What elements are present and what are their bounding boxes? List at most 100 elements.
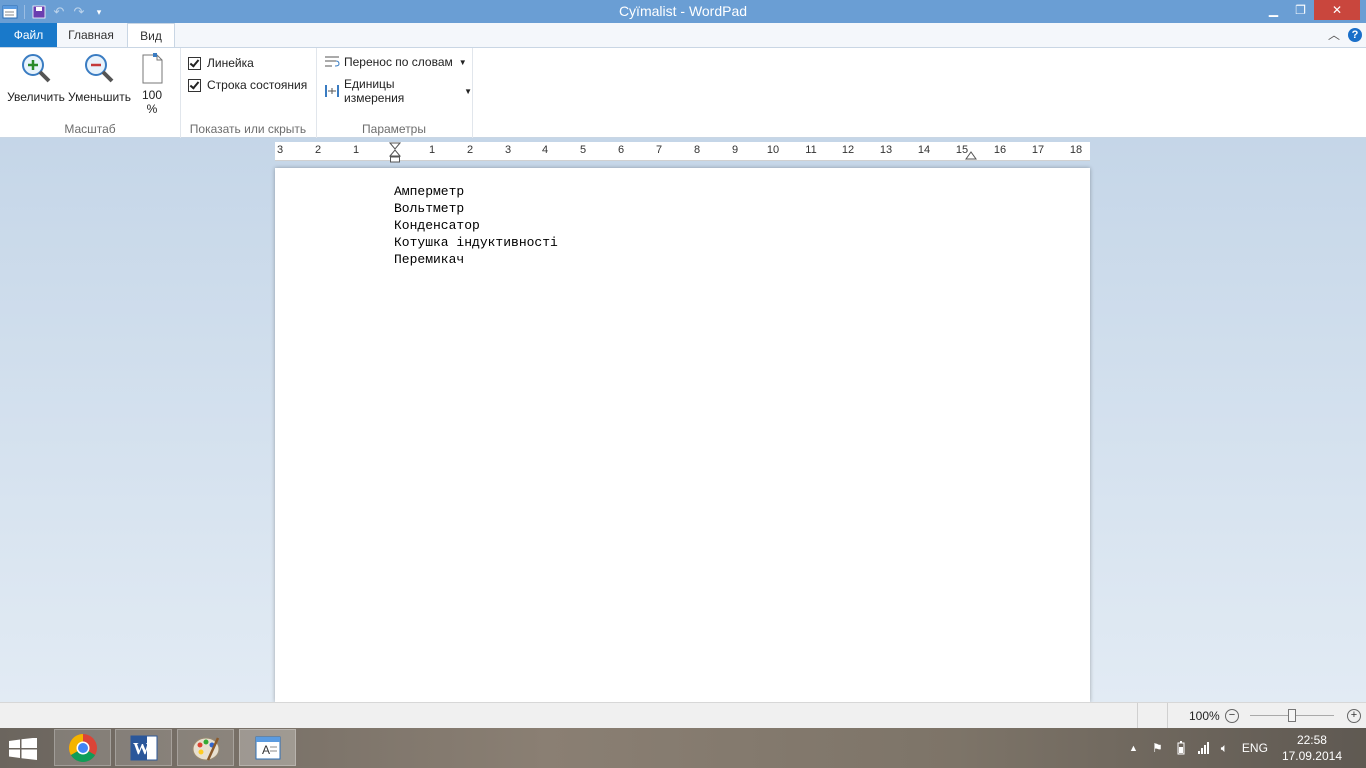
show-hide-group: Линейка Строка состояния Показать или ск… — [180, 48, 317, 138]
units-dropdown-icon: ▼ — [464, 86, 472, 96]
taskbar-word[interactable]: W — [115, 729, 172, 766]
wordpad-icon: A — [255, 736, 280, 759]
left-indent-marker-icon[interactable] — [389, 142, 401, 164]
doc-line: Конденсатор — [394, 218, 480, 233]
document-page[interactable]: Амперметр Вольтметр Конденсатор Котушка … — [275, 168, 1090, 702]
ribbon-tab-row: Файл Главная Вид ︿ ? — [0, 23, 1366, 48]
page-100-icon — [139, 52, 165, 86]
ruler-checkbox[interactable]: Линейка — [188, 56, 254, 70]
units-label: Единицы измерения — [343, 77, 405, 105]
zoom-in-small-button[interactable]: + — [1347, 709, 1361, 723]
options-group-label: Параметры — [362, 122, 426, 136]
ruler-mark: 13 — [879, 144, 893, 156]
collapse-ribbon-icon[interactable]: ︿ — [1328, 26, 1340, 43]
language-indicator[interactable]: ENG — [1242, 741, 1268, 755]
ruler-mark: 7 — [655, 144, 663, 156]
taskbar-wordpad[interactable]: A — [239, 729, 296, 766]
zoom-100-button[interactable]: 100 % — [134, 52, 170, 116]
windows-start-icon[interactable] — [9, 738, 37, 760]
clock[interactable]: 22:58 17.09.2014 — [1282, 732, 1342, 764]
word-wrap-label: Перенос по словам — [344, 55, 453, 69]
word-wrap-icon — [325, 56, 340, 67]
ruler-mark: 16 — [993, 144, 1007, 156]
taskbar-chrome[interactable] — [54, 729, 111, 766]
window-title: Cyïmalist - WordPad — [618, 3, 748, 19]
doc-line: Котушка індуктивності — [394, 235, 558, 250]
show-hide-group-label: Показать или скрыть — [189, 122, 307, 136]
doc-line: Амперметр — [394, 184, 465, 199]
word-wrap-dropdown-icon: ▼ — [458, 57, 467, 67]
taskbar-paint[interactable] — [177, 729, 234, 766]
svg-text:A: A — [262, 743, 270, 757]
right-indent-marker-icon[interactable] — [965, 150, 977, 160]
word-wrap-button[interactable]: Перенос по словам ▼ — [324, 55, 467, 69]
ruler-mark: 3 — [504, 144, 512, 156]
statusbar-checkbox[interactable]: Строка состояния — [188, 78, 307, 92]
ruler-check-icon — [188, 56, 201, 70]
ruler-mark: 2 — [466, 144, 474, 156]
zoom-100-label-line2: % — [146, 102, 158, 116]
ruler-mark: 5 — [579, 144, 587, 156]
ruler-mark: 10 — [766, 144, 780, 156]
ruler-mark: 14 — [917, 144, 931, 156]
ruler-mark: 1 — [428, 144, 436, 156]
ribbon-right-controls: ︿ ? — [1328, 26, 1362, 43]
help-icon[interactable]: ? — [1348, 27, 1362, 42]
status-bar: 100% − + — [0, 702, 1366, 728]
zoom-out-icon — [83, 52, 115, 84]
word-icon: W — [130, 735, 157, 760]
units-button[interactable]: Единицы измерения ▼ — [324, 77, 472, 105]
document-text[interactable]: Амперметр Вольтметр Конденсатор Котушка … — [394, 183, 558, 268]
ruler-mark: 18 — [1069, 144, 1083, 156]
ruler-mark: 12 — [841, 144, 855, 156]
system-tray: ▲ ⚑ 🔈︎ ENG 22:58 17.09.2014 — [1129, 728, 1366, 768]
ruler[interactable]: 3 2 1 1 2 3 4 5 6 7 8 9 10 11 12 13 14 1… — [275, 142, 1090, 164]
zoom-out-small-button[interactable]: − — [1225, 709, 1239, 723]
close-button[interactable]: ✕ — [1314, 0, 1360, 20]
volume-icon[interactable]: 🔈︎ — [1221, 741, 1228, 756]
taskbar: W A ▲ ⚑ 🔈︎ ENG 22:58 17.09.2014 — [0, 728, 1366, 768]
statusbar-divider — [1137, 703, 1138, 728]
ruler-mark: 6 — [617, 144, 625, 156]
ruler-mark: 17 — [1031, 144, 1045, 156]
zoom-in-button[interactable]: Увеличить — [6, 52, 66, 104]
title-bar: ↶ ↷ ▾ Cyïmalist - WordPad ▁ ❐ ✕ — [0, 0, 1366, 23]
zoom-slider-thumb[interactable] — [1288, 709, 1296, 722]
window-controls: ▁ ❐ ✕ — [1260, 0, 1360, 20]
paint-icon — [192, 736, 219, 761]
zoom-level-text: 100% — [1189, 709, 1220, 723]
ruler-mark: 2 — [314, 144, 322, 156]
options-group: Перенос по словам ▼ Единицы измерения ▼ … — [316, 48, 473, 138]
show-hidden-icons-icon[interactable]: ▲ — [1129, 743, 1138, 753]
tab-view[interactable]: Вид — [127, 23, 175, 48]
zoom-group: Увеличить Уменьшить 100 % Масштаб — [0, 48, 181, 138]
clock-time: 22:58 — [1296, 733, 1327, 747]
zoom-group-label: Масштаб — [64, 122, 116, 136]
zoom-100-label-line1: 100 — [141, 88, 163, 102]
ruler-mark: 9 — [731, 144, 739, 156]
ruler-mark: 3 — [276, 144, 284, 156]
battery-icon[interactable] — [1177, 741, 1185, 755]
zoom-in-label: Увеличить — [7, 90, 65, 104]
ruler-mark: 11 — [805, 144, 817, 156]
network-signal-icon[interactable] — [1197, 741, 1211, 755]
ribbon: Увеличить Уменьшить 100 % Масштаб Линейк… — [0, 47, 1366, 138]
chrome-icon — [68, 733, 97, 762]
clock-date: 17.09.2014 — [1281, 749, 1342, 763]
ruler-mark: 1 — [352, 144, 360, 156]
ruler-mark: 8 — [693, 144, 701, 156]
svg-text:W: W — [133, 739, 150, 758]
zoom-out-label: Уменьшить — [68, 90, 131, 104]
statusbar-divider — [1167, 703, 1168, 728]
tab-home[interactable]: Главная — [60, 23, 122, 47]
minimize-button[interactable]: ▁ — [1260, 0, 1287, 20]
zoom-out-button[interactable]: Уменьшить — [68, 52, 131, 104]
zoom-in-icon — [20, 52, 52, 84]
ruler-label: Линейка — [207, 56, 254, 70]
tab-file[interactable]: Файл — [0, 23, 57, 47]
statusbar-label: Строка состояния — [207, 78, 308, 92]
ruler-mark: 4 — [541, 144, 549, 156]
action-center-flag-icon[interactable]: ⚑ — [1152, 741, 1163, 755]
maximize-button[interactable]: ❐ — [1287, 0, 1314, 20]
doc-line: Вольтметр — [394, 201, 465, 216]
